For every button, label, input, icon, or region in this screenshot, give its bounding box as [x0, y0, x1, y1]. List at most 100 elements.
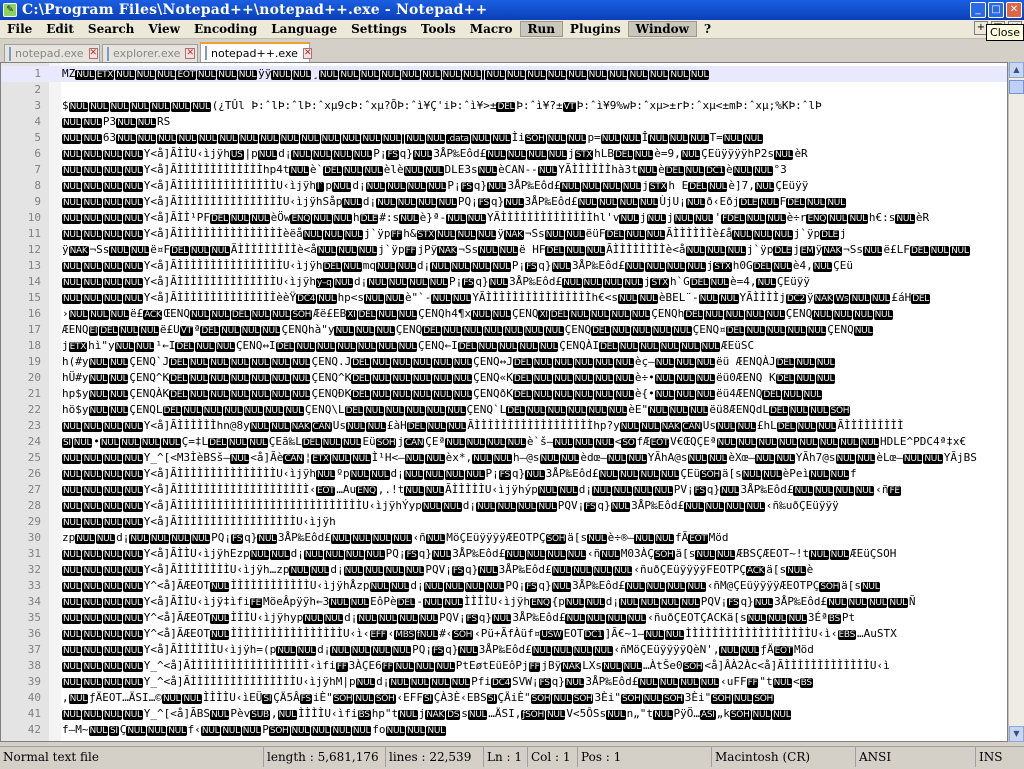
control-char: NUL	[704, 310, 724, 320]
control-char: NUL	[704, 502, 724, 512]
line-text: MZNUL ETX NUL NUL NUL EOT NUL NUL NUL ÿÿNUL NUL ¸NU…	[62, 67, 710, 80]
tab-explorer-exe[interactable]: explorer.exe ✕	[102, 44, 198, 62]
control-char: NUL	[688, 406, 709, 416]
editor-line[interactable]: 31 NUL NUL NUL NUL Y<å]ÃÌÌU‹ìjÿhEzpNUL NUL d¡NU…	[1, 546, 1007, 562]
editor-line[interactable]: 39 NUL NUL NUL NUL Y_^<å]ÃÌÌÌÌÌÌÌÌÌÌÌÌÌÌÌÌU‹ì…	[1, 674, 1007, 690]
editor-line[interactable]: 4 NUL NUL P3NUL NUL RS	[1, 114, 1007, 130]
editor-line[interactable]: 5 NUL NUL 63NUL NUL NUL NUL NUL NUL NUL NUL NUL NUL N…	[1, 130, 1007, 146]
menu-run[interactable]: Run	[519, 21, 563, 37]
menu-edit[interactable]: Edit	[39, 20, 81, 38]
line-number: 37	[27, 643, 41, 656]
editor-line[interactable]: 3 $NUL NUL NUL NUL NUL NUL NUL (¿TÛl Þ:ˆlÞ:ˆlÞ:ˆ…	[1, 98, 1007, 114]
control-char: NUL	[430, 262, 450, 272]
control-char: NUL	[324, 550, 344, 560]
tab-notepad-exe[interactable]: notepad.exe ✕	[4, 44, 100, 62]
notepadpp-app-icon[interactable]: ✎	[3, 3, 17, 17]
tab-notepadpp-exe[interactable]: notepad++.exe ✕	[200, 42, 313, 62]
vertical-scrollbar[interactable]: ▲ ▼	[1008, 62, 1024, 742]
editor-line[interactable]: 6 NUL NUL NUL NUL Y<å]ÃÌÌU‹ìjÿhUS |pNUL d¡NUL NU…	[1, 146, 1007, 162]
maximize-button[interactable]: □	[988, 2, 1004, 18]
control-char: NUL	[289, 566, 309, 576]
editor-line[interactable]: 19 h(#yNUL NUL ÇENQ`JDEL NUL NUL NUL NUL NUL NUL Ç…	[1, 354, 1007, 370]
editor-line[interactable]: 18 jETX hì"yNUL NUL ¹←IDEL NUL NUL ÇENQ↔IDEL NUL…	[1, 338, 1007, 354]
menu-file[interactable]: File	[0, 20, 39, 38]
menu-settings[interactable]: Settings	[344, 20, 414, 38]
editor-line[interactable]: 40 ,NUL ƒÄEOT…ÄSI…©NUL NUL ÌÌÌÌU‹ìEÜSI ÇÄ5ÂFS…	[1, 690, 1007, 706]
menu-window[interactable]: Window	[627, 21, 697, 37]
editor-line[interactable]: 23 NUL NUL NUL NUL Y<å]ÃÌÌÌÌÌÌhn@8yNUL NUL NAK C…	[1, 418, 1007, 434]
scrollbar-thumb[interactable]	[1009, 80, 1024, 94]
control-char: NUL	[525, 550, 546, 560]
control-char: NUL	[546, 70, 567, 80]
tab-close-icon[interactable]: ✕	[302, 47, 313, 59]
editor-line[interactable]: 37 NUL NUL NUL NUL Y<å]ÃÌÌÌÌÌÌU‹ìjÿh=(pNUL NUL…	[1, 642, 1007, 658]
editor-line[interactable]: 1 MZNUL ETX NUL NUL NUL EOT NUL NUL NUL ÿÿNUL NUL ¸N…	[1, 66, 1007, 82]
control-char: NUL	[188, 358, 209, 368]
minimize-button[interactable]: _	[970, 2, 986, 18]
status-eol: Macintosh (CR)	[712, 747, 856, 767]
control-char: NUL	[594, 438, 614, 448]
editor-line[interactable]: 8 NUL NUL NUL NUL Y<å]ÃÌÌÌÌÌÌÌÌÌÌÌÌÌÌÌU‹ìjÿhl…	[1, 178, 1007, 194]
line-number: 32	[27, 563, 41, 576]
line-number: 23	[27, 419, 41, 432]
editor-line[interactable]: 28 NUL NUL NUL NUL Y<å]ÃÌÌÌÌÌÌÌÌÌÌÌÌÌÌÌÌÌÌÌÌÌ…	[1, 498, 1007, 514]
editor-line[interactable]: 17 ÆENQEI DEL NUL NUL ë£UVT ªDEL NUL NUL NUL ÇENQh…	[1, 322, 1007, 338]
tab-close-icon[interactable]: ✕	[88, 48, 99, 59]
editor-line[interactable]: 36 NUL NUL NUL NUL Y^<å]ÃÆEOTNUL ÌÌÌÌÌÌÌÌÌÌÌÌÌ…	[1, 626, 1007, 642]
control-char: NUL	[638, 678, 658, 688]
editor-line[interactable]: 2	[1, 82, 1007, 98]
editor-line[interactable]: 20 hÜ#yNUL NUL ÇENQ^KDEL NUL NUL NUL NUL NUL NUL Ç…	[1, 370, 1007, 386]
control-char: NUL	[188, 390, 209, 400]
menu-help[interactable]: ?	[697, 20, 718, 38]
menu-language[interactable]: Language	[264, 20, 344, 38]
menu-plugins[interactable]: Plugins	[563, 20, 628, 38]
editor-line[interactable]: 14 NUL NUL NUL NUL Y<å]ÃÌÌÌÌÌÌÌÌÌÌÌÌÌÌÌU‹ìjÿh…	[1, 274, 1007, 290]
control-char: NUL	[950, 246, 970, 256]
editor-line[interactable]: 26 NUL NUL NUL NUL Y<å]ÃÌÌÌÌÌÌÌÌÌÌÌÌÌÌÌU‹ìjÿh…	[1, 466, 1007, 482]
editor-line[interactable]: 30 zpNUL NUL d¡NUL NUL NUL NUL PQ¡FS q}NUL 3ÅP‰Eô…	[1, 530, 1007, 546]
close-button[interactable]: ✕	[1006, 2, 1022, 18]
editor-line[interactable]: 15 NUL NUL NUL NUL Y<å]ÃÌÌÌÌÌÌÌÌÌÌÌÌÌÌÌèèŸDC4…	[1, 290, 1007, 306]
editor-line[interactable]: 13 NUL NUL NUL NUL Y<å]ÃÌÌÌÌÌÌÌÌÌÌÌÌÌÌÌÌU‹ìjÿ…	[1, 258, 1007, 274]
status-pos: Pos : 1	[578, 747, 712, 767]
tab-close-icon[interactable]: ✕	[185, 48, 195, 59]
menu-search[interactable]: Search	[81, 20, 141, 38]
editor-line[interactable]: 42 f—M~NUL SI ÇNUL NUL NUL f‹NUL NUL NUL PSOH NUL N…	[1, 722, 1007, 738]
editor-line[interactable]: 25 NUL NUL NUL NUL Y_^[<M3ÌèBSš–NUL <å]ÃèCAN ¦E…	[1, 450, 1007, 466]
editor-line[interactable]: 7 NUL NUL NUL NUL Y<å]ÃÌÌÌÌÌÌÌÌÌÌÌÌÌhp4tNUL è`…	[1, 162, 1007, 178]
control-char: NUL	[526, 70, 546, 80]
editor-line[interactable]: 24 SI NUL •NUL NUL NUL NUL Ç=‡LDEL NUL NUL ÇEã‰LDE…	[1, 434, 1007, 450]
control-char: NUL	[118, 326, 139, 336]
editor-line[interactable]: 41 NUL NUL NUL NUL Y_^[<å]ÃBSNUL PèvSUB ,NUL ÌÌÌ…	[1, 706, 1007, 722]
editor-line[interactable]: 21 hp$yNUL NUL ÇENQÀKDEL NUL NUL NUL NUL NUL NUL Ç…	[1, 386, 1007, 402]
editor-line[interactable]: 38 NUL NUL NUL NUL Y_^<å]ÃÌÌÌÌÌÌÌÌÌÌÌÌÌÌÌÌÌÌ‹…	[1, 658, 1007, 674]
editor-line[interactable]: 22 hö$yNUL NUL ÇENQLDEL NUL NUL NUL NUL NUL NUL ÇE…	[1, 402, 1007, 418]
editor-line[interactable]: 34 NUL NUL NUL NUL Y<å]ÃÌÌU‹ìjÿ‡ìfiFE MöeÂpÿÿh…	[1, 594, 1007, 610]
control-char: NUL	[456, 230, 476, 240]
control-char: NUL	[62, 646, 82, 656]
scroll-down-arrow-icon[interactable]: ▼	[1009, 726, 1024, 742]
editor-line[interactable]: 35 NUL NUL NUL NUL Y^<å]ÃÆEOTNUL ÌÌÌU‹ìjÿhypNU…	[1, 610, 1007, 626]
control-char: NUL	[62, 470, 82, 480]
control-char: NUL	[424, 486, 445, 496]
editor-line[interactable]: 33 NUL NUL NUL NUL Y^<å]ÃÆEOTNUL ÌÌÌÌÌÌÌÌÌÌÌÌU…	[1, 578, 1007, 594]
menu-macro[interactable]: Macro	[463, 20, 520, 38]
menu-view[interactable]: View	[141, 20, 187, 38]
editor-line[interactable]: 12 ÿNAK ¬SsNUL NUL ë¤FDEL NUL NUL ÃÌÌÌÌÌÌÌÌÌè<å…	[1, 242, 1007, 258]
editor-line[interactable]: 16 ›NUL NUL NUL ë£ACK ŒENQNUL NUL DEL NUL NUL SOH Æ…	[1, 306, 1007, 322]
control-char: NUL	[709, 278, 729, 288]
editor-line[interactable]: 9 NUL NUL NUL NUL Y<å]ÃÌÌÌÌÌÌÌÌÌÌÌÌÌÌÌÌU‹ìjÿh…	[1, 194, 1007, 210]
menu-tools[interactable]: Tools	[414, 20, 463, 38]
control-char: NUL	[624, 262, 645, 272]
control-char: FDEL	[721, 214, 745, 224]
editor-line[interactable]: 10 NUL NUL NUL NUL Y<å]ÃÌÌ¹PFDEL NUL NUL èÖwENQ N…	[1, 210, 1007, 226]
line-number: 3	[34, 99, 41, 112]
editor-area[interactable]: 1 MZNUL ETX NUL NUL NUL EOT NUL NUL NUL ÿÿNUL NUL ¸N…	[0, 62, 1008, 742]
editor-line[interactable]: 32 NUL NUL NUL NUL Y<å]ÃÌÌÌÌÌÌÌÌU‹ìjÿh…zpNUL N…	[1, 562, 1007, 578]
scroll-up-arrow-icon[interactable]: ▲	[1009, 62, 1024, 78]
control-char: NUL	[62, 662, 82, 672]
editor-line[interactable]: 27 NUL NUL NUL NUL Y<å]ÃÌÌÌÌÌÌÌÌÌÌÌÌÌÌÌÌÌÌÌÌ‹…	[1, 482, 1007, 498]
editor-line[interactable]: 29 NUL NUL NUL NUL Y<å]ÃÌÌÌÌÌÌÌÌÌÌÌÌÌÌÌÌÌÌU‹ì…	[1, 514, 1007, 530]
editor-line[interactable]: 11 NUL NUL NUL NUL Y<å]ÃÌÌÌÌÌÌÌÌÌÌÌÌÌÌÌÌèëåNU…	[1, 226, 1007, 242]
menu-encoding[interactable]: Encoding	[187, 20, 264, 38]
